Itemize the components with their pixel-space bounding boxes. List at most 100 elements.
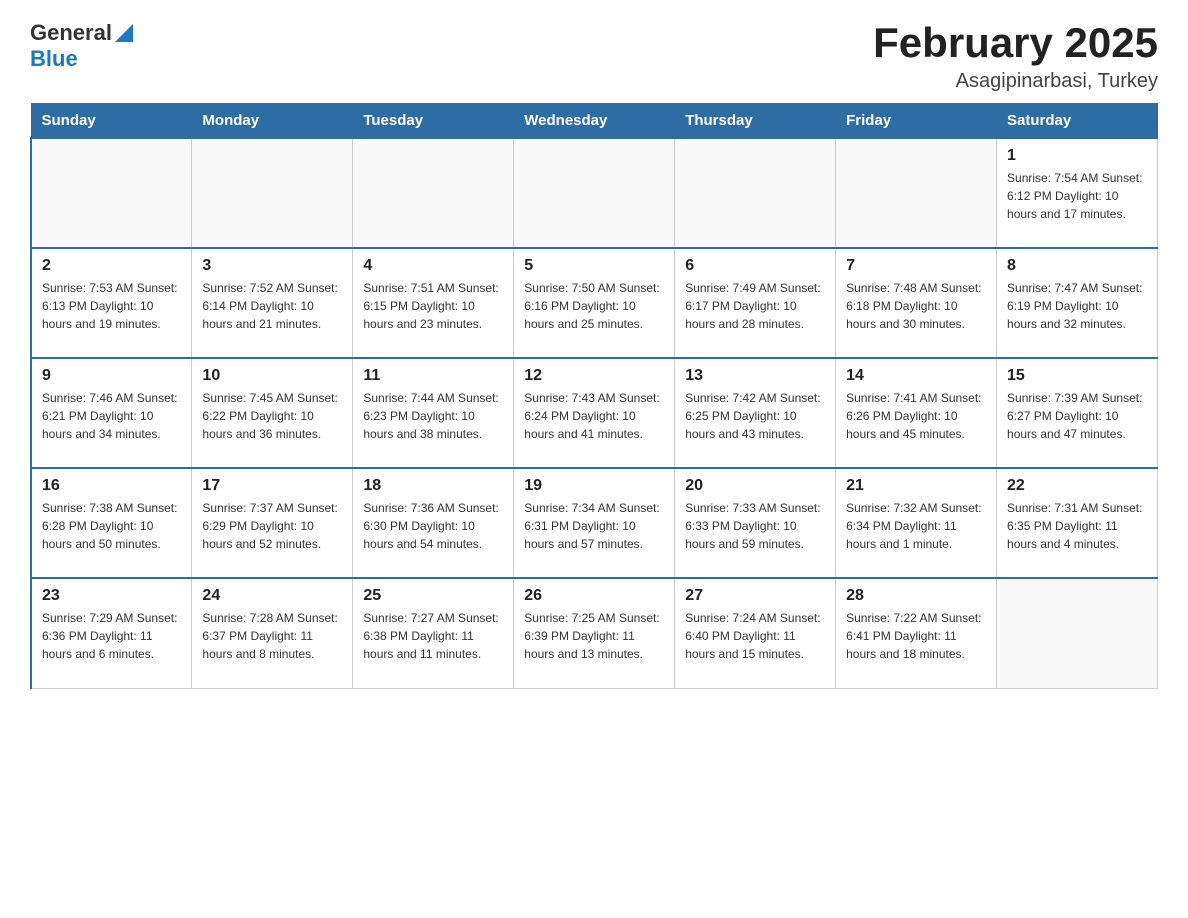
calendar-cell: 27 Sunrise: 7:24 AM Sunset: 6:40 PM Dayli… (675, 578, 836, 688)
calendar-cell: 2 Sunrise: 7:53 AM Sunset: 6:13 PM Daylig… (31, 248, 192, 358)
day-number: 3 (202, 257, 342, 275)
day-info: Sunrise: 7:28 AM Sunset: 6:37 PM Dayligh… (202, 609, 342, 663)
day-number: 23 (42, 587, 181, 605)
logo-triangle-icon (115, 24, 133, 42)
day-info: Sunrise: 7:29 AM Sunset: 6:36 PM Dayligh… (42, 609, 181, 663)
logo-general: General (30, 20, 112, 46)
day-number: 18 (363, 477, 503, 495)
day-info: Sunrise: 7:51 AM Sunset: 6:15 PM Dayligh… (363, 279, 503, 333)
day-info: Sunrise: 7:54 AM Sunset: 6:12 PM Dayligh… (1007, 169, 1147, 223)
day-number: 27 (685, 587, 825, 605)
day-info: Sunrise: 7:47 AM Sunset: 6:19 PM Dayligh… (1007, 279, 1147, 333)
day-number: 24 (202, 587, 342, 605)
day-info: Sunrise: 7:46 AM Sunset: 6:21 PM Dayligh… (42, 389, 181, 443)
location-title: Asagipinarbasi, Turkey (873, 70, 1158, 93)
weekday-header-thursday: Thursday (675, 104, 836, 139)
day-info: Sunrise: 7:27 AM Sunset: 6:38 PM Dayligh… (363, 609, 503, 663)
calendar-cell (836, 138, 997, 248)
day-info: Sunrise: 7:42 AM Sunset: 6:25 PM Dayligh… (685, 389, 825, 443)
weekday-header-saturday: Saturday (997, 104, 1158, 139)
calendar-cell: 3 Sunrise: 7:52 AM Sunset: 6:14 PM Daylig… (192, 248, 353, 358)
calendar-cell: 11 Sunrise: 7:44 AM Sunset: 6:23 PM Dayli… (353, 358, 514, 468)
day-info: Sunrise: 7:41 AM Sunset: 6:26 PM Dayligh… (846, 389, 986, 443)
day-number: 6 (685, 257, 825, 275)
day-info: Sunrise: 7:43 AM Sunset: 6:24 PM Dayligh… (524, 389, 664, 443)
calendar-cell: 4 Sunrise: 7:51 AM Sunset: 6:15 PM Daylig… (353, 248, 514, 358)
calendar-week-2: 2 Sunrise: 7:53 AM Sunset: 6:13 PM Daylig… (31, 248, 1158, 358)
day-info: Sunrise: 7:44 AM Sunset: 6:23 PM Dayligh… (363, 389, 503, 443)
calendar-cell: 1 Sunrise: 7:54 AM Sunset: 6:12 PM Daylig… (997, 138, 1158, 248)
weekday-header-sunday: Sunday (31, 104, 192, 139)
calendar-cell: 16 Sunrise: 7:38 AM Sunset: 6:28 PM Dayli… (31, 468, 192, 578)
day-number: 15 (1007, 367, 1147, 385)
day-number: 5 (524, 257, 664, 275)
day-number: 13 (685, 367, 825, 385)
day-number: 9 (42, 367, 181, 385)
day-info: Sunrise: 7:33 AM Sunset: 6:33 PM Dayligh… (685, 499, 825, 553)
calendar-cell: 21Sunrise: 7:32 AM Sunset: 6:34 PM Dayli… (836, 468, 997, 578)
calendar-cell: 6Sunrise: 7:49 AM Sunset: 6:17 PM Daylig… (675, 248, 836, 358)
calendar-cell (192, 138, 353, 248)
day-number: 7 (846, 257, 986, 275)
calendar-cell: 28 Sunrise: 7:22 AM Sunset: 6:41 PM Dayli… (836, 578, 997, 688)
day-info: Sunrise: 7:52 AM Sunset: 6:14 PM Dayligh… (202, 279, 342, 333)
calendar-cell: 9 Sunrise: 7:46 AM Sunset: 6:21 PM Daylig… (31, 358, 192, 468)
day-info: Sunrise: 7:32 AM Sunset: 6:34 PM Dayligh… (846, 499, 986, 553)
calendar-cell: 17 Sunrise: 7:37 AM Sunset: 6:29 PM Dayli… (192, 468, 353, 578)
day-info: Sunrise: 7:37 AM Sunset: 6:29 PM Dayligh… (202, 499, 342, 553)
day-info: Sunrise: 7:36 AM Sunset: 6:30 PM Dayligh… (363, 499, 503, 553)
logo-blue: Blue (30, 46, 78, 72)
logo: General Blue (30, 20, 133, 72)
day-info: Sunrise: 7:22 AM Sunset: 6:41 PM Dayligh… (846, 609, 986, 663)
day-number: 17 (202, 477, 342, 495)
day-number: 4 (363, 257, 503, 275)
month-title: February 2025 (873, 20, 1158, 66)
calendar-week-4: 16 Sunrise: 7:38 AM Sunset: 6:28 PM Dayli… (31, 468, 1158, 578)
title-block: February 2025 Asagipinarbasi, Turkey (873, 20, 1158, 93)
day-info: Sunrise: 7:24 AM Sunset: 6:40 PM Dayligh… (685, 609, 825, 663)
calendar-week-3: 9 Sunrise: 7:46 AM Sunset: 6:21 PM Daylig… (31, 358, 1158, 468)
weekday-header-row: SundayMondayTuesdayWednesdayThursdayFrid… (31, 104, 1158, 139)
day-info: Sunrise: 7:25 AM Sunset: 6:39 PM Dayligh… (524, 609, 664, 663)
calendar-cell: 12 Sunrise: 7:43 AM Sunset: 6:24 PM Dayli… (514, 358, 675, 468)
day-info: Sunrise: 7:45 AM Sunset: 6:22 PM Dayligh… (202, 389, 342, 443)
calendar-cell: 20 Sunrise: 7:33 AM Sunset: 6:33 PM Dayli… (675, 468, 836, 578)
calendar-cell: 23 Sunrise: 7:29 AM Sunset: 6:36 PM Dayli… (31, 578, 192, 688)
calendar-cell: 22Sunrise: 7:31 AM Sunset: 6:35 PM Dayli… (997, 468, 1158, 578)
weekday-header-wednesday: Wednesday (514, 104, 675, 139)
calendar-week-1: 1 Sunrise: 7:54 AM Sunset: 6:12 PM Daylig… (31, 138, 1158, 248)
calendar-cell: 18 Sunrise: 7:36 AM Sunset: 6:30 PM Dayli… (353, 468, 514, 578)
calendar-cell: 5Sunrise: 7:50 AM Sunset: 6:16 PM Daylig… (514, 248, 675, 358)
calendar-cell (997, 578, 1158, 688)
calendar-cell: 10Sunrise: 7:45 AM Sunset: 6:22 PM Dayli… (192, 358, 353, 468)
calendar-cell (675, 138, 836, 248)
calendar-week-5: 23 Sunrise: 7:29 AM Sunset: 6:36 PM Dayli… (31, 578, 1158, 688)
day-info: Sunrise: 7:34 AM Sunset: 6:31 PM Dayligh… (524, 499, 664, 553)
day-number: 11 (363, 367, 503, 385)
day-number: 20 (685, 477, 825, 495)
weekday-header-friday: Friday (836, 104, 997, 139)
calendar-cell: 14Sunrise: 7:41 AM Sunset: 6:26 PM Dayli… (836, 358, 997, 468)
calendar-cell: 26 Sunrise: 7:25 AM Sunset: 6:39 PM Dayli… (514, 578, 675, 688)
calendar-cell: 15Sunrise: 7:39 AM Sunset: 6:27 PM Dayli… (997, 358, 1158, 468)
day-number: 25 (363, 587, 503, 605)
calendar-cell: 13 Sunrise: 7:42 AM Sunset: 6:25 PM Dayli… (675, 358, 836, 468)
day-info: Sunrise: 7:38 AM Sunset: 6:28 PM Dayligh… (42, 499, 181, 553)
calendar-cell: 8 Sunrise: 7:47 AM Sunset: 6:19 PM Daylig… (997, 248, 1158, 358)
page-header: General Blue February 2025 Asagipinarbas… (30, 20, 1158, 93)
day-number: 16 (42, 477, 181, 495)
day-number: 28 (846, 587, 986, 605)
day-number: 26 (524, 587, 664, 605)
day-number: 2 (42, 257, 181, 275)
calendar-cell: 19 Sunrise: 7:34 AM Sunset: 6:31 PM Dayli… (514, 468, 675, 578)
day-number: 19 (524, 477, 664, 495)
day-info: Sunrise: 7:48 AM Sunset: 6:18 PM Dayligh… (846, 279, 986, 333)
calendar-cell: 24 Sunrise: 7:28 AM Sunset: 6:37 PM Dayli… (192, 578, 353, 688)
day-number: 12 (524, 367, 664, 385)
calendar-cell (31, 138, 192, 248)
day-number: 1 (1007, 147, 1147, 165)
day-number: 8 (1007, 257, 1147, 275)
day-info: Sunrise: 7:53 AM Sunset: 6:13 PM Dayligh… (42, 279, 181, 333)
weekday-header-tuesday: Tuesday (353, 104, 514, 139)
calendar-table: SundayMondayTuesdayWednesdayThursdayFrid… (30, 103, 1158, 689)
